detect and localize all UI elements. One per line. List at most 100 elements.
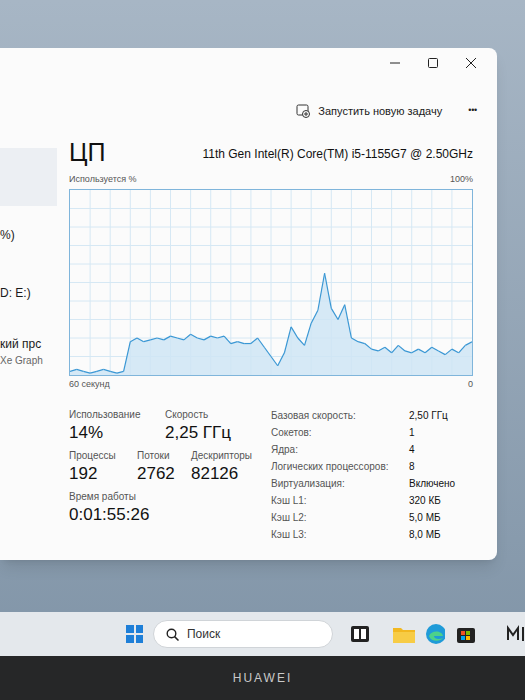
stat: Процессы192 — [69, 448, 137, 485]
stat: Использование14% — [69, 407, 165, 444]
stats-row: Процессы192Потоки2762Дескрипторы82126 — [69, 448, 267, 485]
stats-row: Время работы0:01:55:26 — [69, 489, 267, 526]
usage-segment — [305, 323, 312, 345]
chart-y-label: Используется % — [69, 173, 137, 187]
store-icon[interactable] — [455, 623, 476, 645]
usage-segment — [278, 352, 285, 365]
usage-segment — [385, 347, 392, 353]
title-bar — [57, 48, 497, 78]
maximize-icon[interactable] — [427, 57, 439, 69]
detail-row: Виртуализация:Включено — [271, 475, 473, 492]
usage-segment — [137, 338, 144, 342]
task-view-icon[interactable] — [349, 623, 370, 645]
cpu-header: ЦП11th Gen Intel(R) Core(TM) i5-1155G7 @… — [69, 140, 473, 165]
detail-row: Кэш L3:8,0 МБ — [271, 526, 473, 543]
detail-row: Базовая скорость:2,50 ГГц — [271, 407, 473, 424]
folder-icon[interactable] — [392, 623, 415, 645]
stats-left: Использование14%Скорость2,25 ГГц Процессы… — [69, 407, 267, 543]
usage-segment — [345, 304, 352, 337]
usage-segment — [439, 350, 446, 354]
usage-segment — [372, 349, 379, 351]
usage-segment — [224, 336, 231, 343]
cpu-usage-chart — [69, 189, 473, 376]
cpu-panel: ЦП11th Gen Intel(R) Core(TM) i5-1155G7 @… — [57, 140, 497, 543]
chart-y-max: 100% — [450, 173, 473, 187]
usage-segment — [318, 273, 325, 310]
sidebar-item[interactable]: %) — [0, 206, 57, 264]
usage-segment — [191, 334, 198, 338]
usage-segment — [459, 345, 466, 352]
usage-segment — [157, 338, 164, 340]
chart-x-end: 0 — [468, 378, 473, 392]
main-pane: Запустить новую задачу ••• ЦП11th Gen Inte… — [57, 48, 497, 560]
search-icon — [166, 628, 179, 641]
command-bar: Запустить новую задачу ••• — [57, 78, 497, 140]
search-box[interactable]: Поиск — [153, 620, 333, 648]
usage-segment — [338, 304, 345, 319]
usage-segment — [104, 369, 111, 371]
detail-row: Ядра:4 — [271, 441, 473, 458]
usage-segment — [150, 338, 157, 340]
usage-segment — [412, 349, 419, 353]
new-task-icon — [296, 104, 310, 118]
usage-segment — [164, 336, 171, 340]
usage-segment — [130, 338, 137, 342]
screen: %)D: E:)кий прсXe Graph Запустить новую з… — [0, 0, 525, 700]
stat: Дескрипторы82126 — [191, 448, 252, 485]
usage-segment — [251, 338, 258, 344]
sidebar-item[interactable]: D: E:) — [0, 264, 57, 322]
usage-segment — [110, 371, 117, 373]
usage-segment — [271, 356, 278, 365]
desktop: %)D: E:)кий прсXe Graph Запустить новую з… — [0, 0, 525, 612]
stat: Время работы0:01:55:26 — [69, 489, 165, 526]
usage-segment — [298, 338, 305, 345]
new-task-button[interactable]: Запустить новую задачу — [296, 103, 442, 120]
usage-segment — [358, 341, 365, 343]
usage-segment — [124, 341, 131, 371]
sidebar-item[interactable] — [0, 148, 57, 206]
usage-area — [70, 273, 472, 375]
chart-x-start: 60 секунд — [69, 378, 110, 392]
detail-row: Кэш L2:5,0 МБ — [271, 509, 473, 526]
brand-logo: HUAWEI — [233, 669, 293, 687]
details-table: Базовая скорость:2,50 ГГцСокетов:1Ядра:4… — [267, 407, 473, 543]
usage-segment — [425, 347, 432, 353]
usage-segment — [378, 347, 385, 351]
close-icon[interactable] — [465, 57, 477, 69]
more-button[interactable]: ••• — [468, 104, 477, 118]
usage-segment — [291, 326, 298, 337]
app-icon[interactable] — [506, 624, 525, 644]
detail-row: Сокетов:1 — [271, 424, 473, 441]
usage-segment — [311, 310, 318, 323]
usage-segment — [258, 338, 265, 347]
usage-segment — [325, 273, 332, 308]
taskbar: Поиск — [0, 612, 525, 656]
usage-segment — [197, 338, 204, 340]
usage-segment — [144, 339, 151, 341]
usage-segment — [418, 349, 425, 353]
usage-segment — [83, 371, 90, 373]
usage-segment — [445, 349, 452, 355]
usage-segment — [405, 350, 412, 352]
sidebar-item[interactable]: кий прсXe Graph — [0, 322, 57, 380]
cpu-model: 11th Gen Intel(R) Core(TM) i5-1155G7 @ 2… — [202, 145, 473, 165]
stats-row: Использование14%Скорость2,25 ГГц — [69, 407, 267, 444]
usage-segment — [171, 336, 178, 338]
usage-segment — [351, 338, 358, 342]
usage-segment — [238, 341, 245, 343]
usage-segment — [204, 336, 211, 340]
start-icon[interactable] — [126, 625, 143, 643]
detail-row: Кэш L1:320 КБ — [271, 492, 473, 509]
detail-row: Логических процессоров:8 — [271, 458, 473, 475]
usage-segment — [465, 341, 472, 345]
stats-area: Использование14%Скорость2,25 ГГц Процессы… — [69, 407, 473, 543]
edge-icon[interactable] — [425, 623, 446, 645]
usage-segment — [97, 369, 104, 371]
usage-segment — [244, 342, 251, 343]
usage-segment — [117, 371, 124, 373]
usage-segment — [452, 349, 459, 353]
usage-segment — [264, 347, 271, 356]
usage-segment — [392, 345, 399, 352]
minimize-icon[interactable] — [389, 57, 401, 69]
usage-segment — [177, 338, 184, 340]
